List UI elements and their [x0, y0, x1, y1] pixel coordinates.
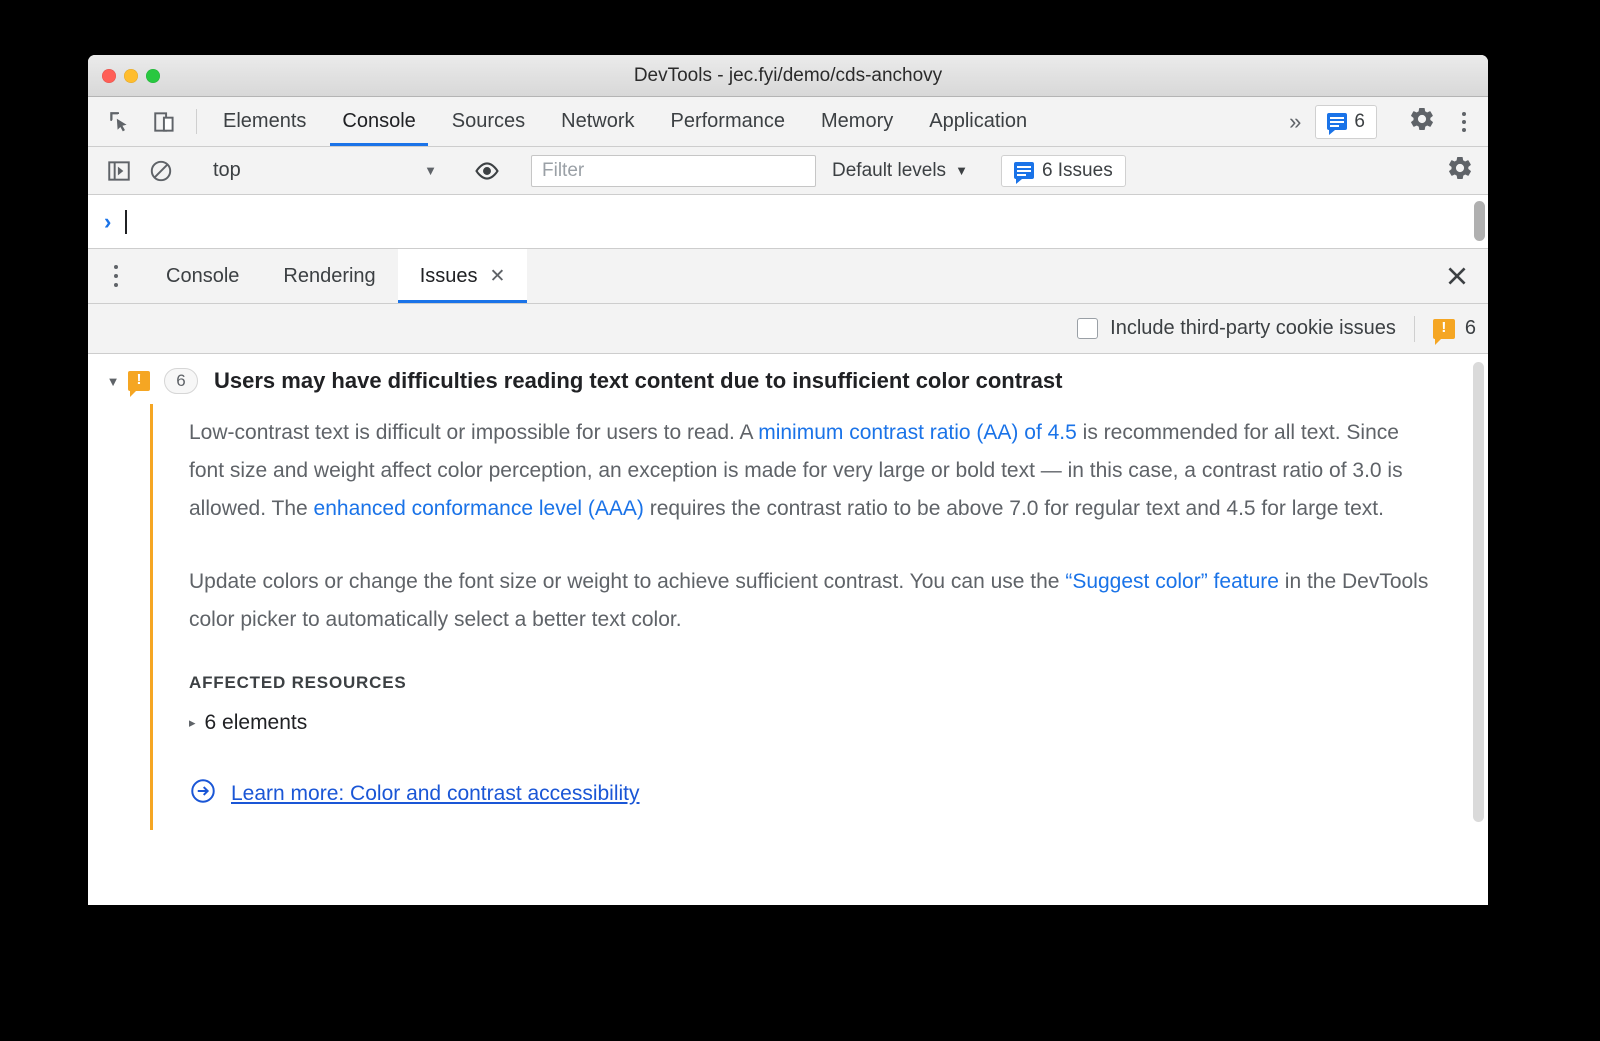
drawer-tab-issues[interactable]: Issues ✕ — [397, 249, 528, 303]
console-toolbar: top ▼ Filter Default levels ▼ 6 Issues — [88, 147, 1488, 195]
console-text-caret — [125, 209, 128, 234]
log-levels-select[interactable]: Default levels ▼ — [816, 160, 984, 182]
tab-memory[interactable]: Memory — [803, 97, 911, 146]
p2-part1: Update colors or change the font size or… — [189, 569, 1066, 593]
tab-sources[interactable]: Sources — [434, 97, 543, 146]
collapse-triangle-icon[interactable]: ▸ — [189, 715, 196, 731]
issues-list: ▼ ! 6 Users may have difficulties readin… — [88, 354, 1488, 854]
close-tab-icon[interactable]: ✕ — [490, 265, 506, 288]
title-bar: DevTools - jec.fyi/demo/cds-anchovy — [88, 55, 1488, 97]
chevron-down-icon: ▼ — [424, 163, 437, 178]
affected-resources-heading: AFFECTED RESOURCES — [189, 673, 407, 693]
warning-bubble-icon: ! — [1432, 318, 1455, 345]
tab-network[interactable]: Network — [543, 97, 652, 146]
message-bubble-icon — [1327, 113, 1348, 135]
execution-context-value: top — [213, 159, 241, 181]
tab-label: Sources — [451, 110, 526, 132]
clear-console-icon[interactable] — [140, 158, 182, 184]
device-toolbar-icon[interactable] — [142, 97, 188, 146]
drawer-tab-label: Rendering — [283, 264, 376, 287]
issues-scrollbar-thumb[interactable] — [1473, 362, 1484, 822]
affected-resources-count: 6 elements — [204, 711, 308, 735]
open-issues-button[interactable]: 6 Issues — [1000, 154, 1126, 187]
issue-detail: Low-contrast text is difficult or imposs… — [150, 404, 1440, 831]
checkbox-label: Include third-party cookie issues — [1110, 317, 1396, 339]
tab-label: Elements — [223, 110, 307, 132]
p1-part3: requires the contrast ratio to be above … — [643, 497, 1384, 521]
window-controls — [102, 68, 160, 83]
issue-header-row[interactable]: ▼ ! 6 Users may have difficulties readin… — [88, 354, 1488, 404]
tab-performance[interactable]: Performance — [653, 97, 804, 146]
issues-count-badge[interactable]: 6 — [1315, 104, 1377, 139]
close-window-button[interactable] — [102, 68, 116, 83]
issue-count-badge: 6 — [164, 368, 198, 394]
affected-resources-row[interactable]: ▸ 6 elements — [189, 711, 1440, 735]
execution-context-select[interactable]: top ▼ — [199, 159, 449, 182]
drawer-tab-bar: Console Rendering Issues ✕ — [88, 249, 1488, 304]
tab-label: Console — [342, 110, 416, 132]
main-tab-bar: Elements Console Sources Network Perform… — [88, 97, 1488, 147]
issue-title: Users may have difficulties reading text… — [214, 368, 1063, 393]
maximize-window-button[interactable] — [146, 68, 160, 83]
console-scrollbar-thumb[interactable] — [1474, 201, 1485, 241]
open-issues-label: 6 Issues — [1041, 159, 1113, 181]
learn-more-row[interactable]: Learn more: Color and contrast accessibi… — [189, 777, 1440, 810]
live-expression-eye-icon[interactable] — [466, 157, 508, 185]
issue-description-paragraph-2: Update colors or change the font size or… — [189, 563, 1434, 639]
message-bubble-icon — [1013, 162, 1034, 184]
toolbar-divider — [196, 109, 197, 134]
console-output-area[interactable]: › — [88, 195, 1488, 249]
issues-warning-count: ! 6 — [1432, 317, 1476, 345]
arrow-circle-icon — [189, 777, 217, 810]
include-third-party-cookie-issues-checkbox[interactable]: Include third-party cookie issues — [1077, 317, 1396, 340]
tab-elements[interactable]: Elements — [205, 97, 324, 146]
drawer-more-options-kebab-icon[interactable] — [88, 249, 144, 303]
learn-more-link[interactable]: Learn more: Color and contrast accessibi… — [231, 782, 640, 806]
filter-placeholder: Filter — [542, 159, 585, 181]
log-levels-value: Default levels — [832, 159, 947, 181]
minimum-contrast-ratio-link[interactable]: minimum contrast ratio (AA) of 4.5 — [758, 421, 1077, 444]
console-sidebar-toggle-icon[interactable] — [98, 158, 140, 184]
drawer-tab-label: Console — [166, 264, 240, 287]
drawer-tab-console[interactable]: Console — [144, 249, 261, 303]
drawer-tab-label: Issues — [419, 264, 478, 287]
tab-bar-actions: » 6 — [1275, 97, 1488, 146]
enhanced-conformance-level-link[interactable]: enhanced conformance level (AAA) — [314, 497, 644, 520]
console-toolbar-actions — [1415, 154, 1488, 187]
issues-count-label: 6 — [1354, 110, 1365, 132]
warning-bubble-icon: ! — [128, 371, 150, 397]
issues-toolbar: Include third-party cookie issues ! 6 — [88, 304, 1488, 354]
p1-part1: Low-contrast text is difficult or imposs… — [189, 421, 759, 444]
drawer-tab-rendering[interactable]: Rendering — [261, 249, 397, 303]
suggest-color-feature-link[interactable]: “Suggest color” feature — [1065, 570, 1279, 593]
tab-label: Memory — [821, 110, 894, 132]
more-tabs-chevron-icon[interactable]: » — [1275, 109, 1315, 135]
chevron-down-icon: ▼ — [955, 163, 968, 178]
warning-count-label: 6 — [1464, 317, 1476, 339]
expand-triangle-icon[interactable]: ▼ — [98, 374, 128, 389]
panel-tabs: Elements Console Sources Network Perform… — [205, 97, 1045, 146]
more-options-kebab-icon[interactable] — [1450, 111, 1478, 132]
filter-input[interactable]: Filter — [531, 154, 816, 187]
console-settings-gear-icon[interactable] — [1432, 154, 1488, 187]
prompt-arrow-icon: › — [104, 208, 112, 234]
close-drawer-button[interactable] — [1426, 249, 1488, 303]
toolbar-divider — [1413, 315, 1415, 342]
settings-gear-icon[interactable] — [1394, 105, 1450, 138]
minimize-window-button[interactable] — [124, 68, 138, 83]
tab-label: Performance — [670, 110, 786, 132]
checkbox-box[interactable] — [1077, 318, 1099, 339]
tab-application[interactable]: Application — [911, 97, 1045, 146]
devtools-window: DevTools - jec.fyi/demo/cds-anchovy Elem… — [88, 55, 1488, 905]
window-title: DevTools - jec.fyi/demo/cds-anchovy — [633, 64, 943, 86]
tab-console[interactable]: Console — [324, 97, 433, 146]
inspect-element-icon[interactable] — [96, 97, 142, 146]
issue-description-paragraph-1: Low-contrast text is difficult or imposs… — [189, 414, 1434, 529]
tab-label: Application — [929, 110, 1028, 132]
tab-label: Network — [561, 110, 635, 132]
